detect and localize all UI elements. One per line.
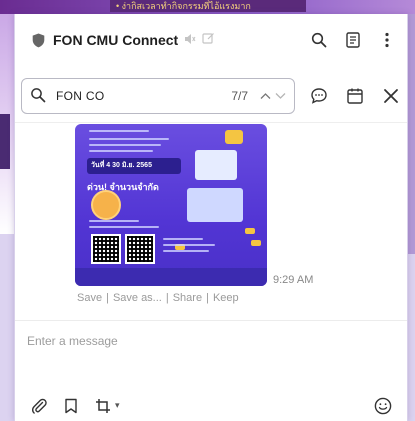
background-accent <box>0 114 10 169</box>
poster-text-line <box>89 144 161 146</box>
poster-text-line <box>163 250 209 252</box>
save-as-link[interactable]: Save as... <box>113 292 162 304</box>
poster-footer <box>75 268 267 286</box>
edit-icon[interactable] <box>202 32 215 48</box>
message-search-bar: FON CO 7/7 <box>21 76 401 116</box>
search-field[interactable]: FON CO 7/7 <box>21 78 295 114</box>
close-icon[interactable] <box>381 86 401 106</box>
poster-text-line <box>89 150 153 152</box>
chevron-down-icon[interactable]: ▾ <box>115 400 120 411</box>
poster-date: วันที่ 4 30 มิ.ย. 2565 <box>87 158 181 174</box>
poster-speaker-photo <box>91 190 121 220</box>
attach-icon[interactable] <box>29 396 49 416</box>
chevron-up-icon[interactable] <box>260 89 271 103</box>
shield-icon <box>31 32 45 48</box>
poster-qr-code <box>125 234 155 264</box>
bookmark-icon[interactable] <box>61 396 81 416</box>
keep-link[interactable]: Keep <box>213 292 239 304</box>
poster-coin <box>245 228 255 234</box>
composer-toolbar: ▾ <box>15 396 407 418</box>
share-link[interactable]: Share <box>173 292 202 304</box>
message-time: 9:29 AM <box>273 274 314 286</box>
search-icon <box>30 87 48 105</box>
muted-speaker-icon[interactable] <box>184 33 196 48</box>
notes-icon[interactable] <box>343 30 363 50</box>
more-icon[interactable] <box>377 30 397 50</box>
search-result-count: 7/7 <box>231 89 248 103</box>
chat-titlebar: FON CMU Connect <box>15 14 407 66</box>
background-website-right <box>407 14 415 254</box>
emoji-icon[interactable] <box>373 396 393 416</box>
poster-qr-code <box>91 234 121 264</box>
save-link[interactable]: Save <box>77 292 102 304</box>
poster-illustration <box>187 188 243 222</box>
calendar-icon[interactable] <box>345 86 365 106</box>
divider <box>15 320 407 321</box>
divider <box>15 122 407 123</box>
chat-bubble-icon[interactable] <box>309 86 329 106</box>
poster-text-line <box>89 138 169 140</box>
poster-text-line <box>89 130 149 132</box>
background-banner-text: • ง่ากิสเวลาทำกิจกรรมที่ไอ้แรงมาก <box>110 0 306 12</box>
file-actions: Save | Save as... | Share | Keep <box>77 292 239 304</box>
poster-text-line <box>89 220 139 222</box>
poster-text-line <box>163 238 203 240</box>
poster-coin <box>251 240 261 246</box>
poster-text-line <box>89 226 159 228</box>
chat-window: FON CMU Connect FON CO 7/7 วันที่ 4 30 ม… <box>14 14 408 421</box>
crop-icon[interactable] <box>93 396 113 416</box>
poster-text-line <box>163 244 215 246</box>
message-input[interactable] <box>27 332 387 350</box>
chevron-down-icon[interactable] <box>275 89 286 103</box>
poster-illustration <box>195 150 237 180</box>
poster-illustration <box>225 130 243 144</box>
chat-title: FON CMU Connect <box>53 32 179 48</box>
search-input[interactable]: FON CO <box>56 89 231 103</box>
search-icon[interactable] <box>309 30 329 50</box>
message-image-poster[interactable]: วันที่ 4 30 มิ.ย. 2565 ด่วน! จำนวนจำกัด <box>75 124 267 286</box>
